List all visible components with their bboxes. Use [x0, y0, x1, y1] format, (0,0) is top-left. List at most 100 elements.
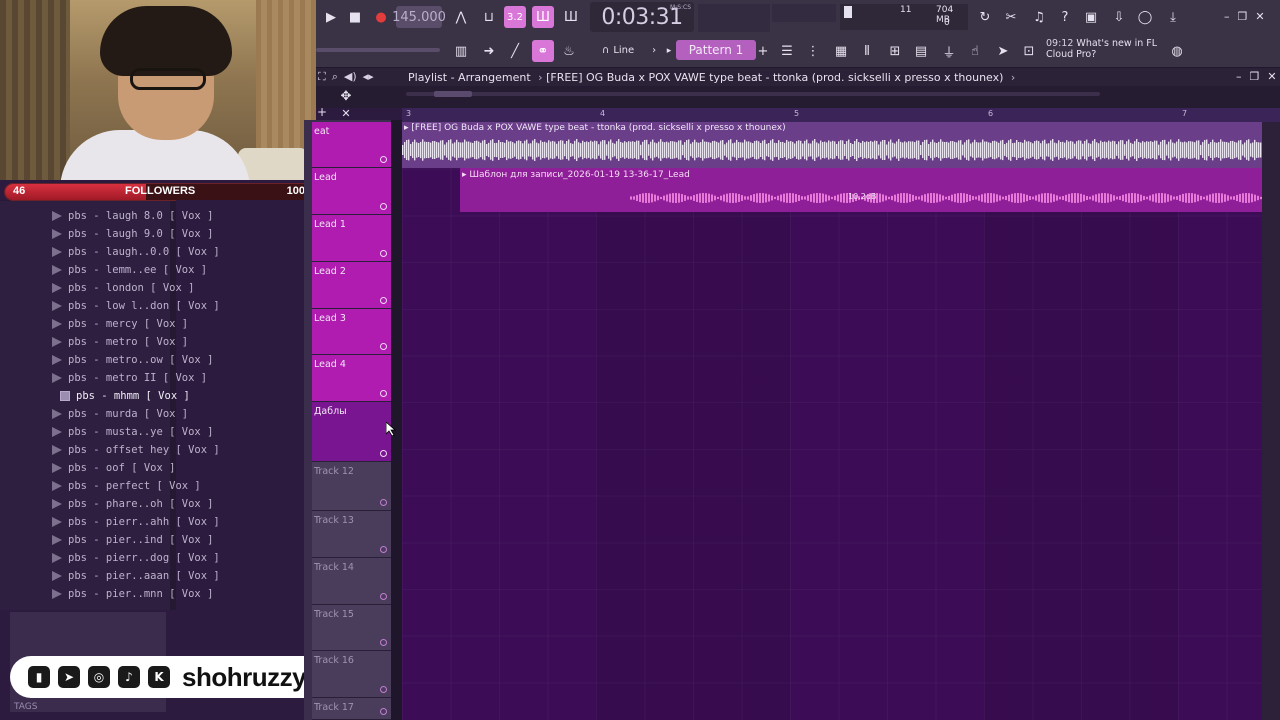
- browser-item[interactable]: pbs - metro [ Vox ]: [52, 333, 188, 351]
- browser-item[interactable]: pbs - musta..ye [ Vox ]: [52, 423, 213, 441]
- tempo-display[interactable]: 145.000: [392, 6, 446, 28]
- playlist-horizontal-scroll[interactable]: [406, 92, 1100, 96]
- track-header[interactable]: Track 15: [312, 605, 391, 651]
- browser-item[interactable]: pbs - lemm..ee [ Vox ]: [52, 261, 207, 279]
- record-button[interactable]: ●: [370, 6, 392, 28]
- help-icon[interactable]: ?: [1054, 6, 1076, 28]
- arrow-icon[interactable]: ➜: [478, 40, 500, 62]
- browser-item[interactable]: pbs - pier..ind [ Vox ]: [52, 531, 213, 549]
- track-enable-icon[interactable]: [380, 390, 387, 397]
- move-tool-icon[interactable]: ✥: [338, 88, 354, 104]
- wait-input-icon[interactable]: ⊔: [478, 6, 500, 28]
- track-header[interactable]: Track 14: [312, 558, 391, 605]
- browser-item[interactable]: pbs - pierr..dog [ Vox ]: [52, 549, 220, 567]
- minimize-icon[interactable]: –: [1224, 10, 1230, 24]
- track-enable-icon[interactable]: [380, 639, 387, 646]
- track-header[interactable]: Track 17: [312, 698, 391, 720]
- download-icon[interactable]: ⤓: [1162, 6, 1184, 28]
- draw-tool-icon[interactable]: ╱: [504, 40, 526, 62]
- track-header[interactable]: Track 12: [312, 462, 391, 511]
- track-enable-icon[interactable]: [380, 546, 387, 553]
- track-header[interactable]: Lead 1: [312, 215, 391, 262]
- browser-item[interactable]: pbs - murda [ Vox ]: [52, 405, 188, 423]
- microphone-icon[interactable]: ♫: [1028, 6, 1050, 28]
- link-icon[interactable]: ⚭: [532, 40, 554, 62]
- channel-rack-icon[interactable]: ▦: [830, 40, 852, 62]
- track-header[interactable]: Track 13: [312, 511, 391, 558]
- add-pattern-icon[interactable]: +: [752, 40, 774, 62]
- timeline-ruler[interactable]: [402, 108, 1280, 122]
- save-icon[interactable]: ▣: [1080, 6, 1102, 28]
- touch-icon[interactable]: ☝: [964, 40, 986, 62]
- browser-item[interactable]: pbs - metro..ow [ Vox ]: [52, 351, 213, 369]
- browser-tree-icon[interactable]: ⊞: [884, 40, 906, 62]
- browser-item[interactable]: pbs - metro II [ Vox ]: [52, 369, 207, 387]
- restore-icon[interactable]: ❐: [1238, 10, 1248, 24]
- close-icon[interactable]: ✕: [1267, 70, 1276, 83]
- track-header[interactable]: Lead 4: [312, 355, 391, 402]
- mixer-icon[interactable]: ⫴: [856, 40, 878, 62]
- restore-icon[interactable]: ❐: [1250, 70, 1260, 83]
- track-enable-icon[interactable]: [380, 499, 387, 506]
- browser-item[interactable]: pbs - pierr..ahh [ Vox ]: [52, 513, 220, 531]
- step-edit-icon[interactable]: Ш: [532, 6, 554, 28]
- playlist-icon[interactable]: ☰: [776, 40, 798, 62]
- track-enable-icon[interactable]: [380, 250, 387, 257]
- close-picker-icon[interactable]: ✕: [340, 106, 352, 120]
- browser-item[interactable]: pbs - pier..mnn [ Vox ]: [52, 585, 213, 603]
- minimize-icon[interactable]: –: [1236, 70, 1242, 83]
- plugin-icon[interactable]: ⏚: [938, 40, 960, 62]
- browser-item[interactable]: pbs - offset hey [ Vox ]: [52, 441, 220, 459]
- close-icon[interactable]: ✕: [1255, 10, 1264, 24]
- file-icon[interactable]: ▤: [910, 40, 932, 62]
- track-enable-icon[interactable]: [380, 708, 387, 715]
- add-track-icon[interactable]: +: [316, 104, 328, 120]
- track-header[interactable]: Track 16: [312, 651, 391, 698]
- browser-item[interactable]: pbs - mhmm [ Vox ]: [60, 387, 190, 405]
- playlist-menu-icon[interactable]: ◂▸: [363, 70, 374, 84]
- track-header[interactable]: Lead: [312, 168, 391, 215]
- metronome-icon[interactable]: ⋀: [450, 6, 472, 28]
- track-enable-icon[interactable]: [380, 343, 387, 350]
- track-header[interactable]: Lead 2: [312, 262, 391, 309]
- speaker-icon[interactable]: ◀): [344, 70, 357, 84]
- track-header[interactable]: Lead 3: [312, 309, 391, 355]
- cut-icon[interactable]: ✂: [1000, 6, 1022, 28]
- browser-item[interactable]: pbs - oof [ Vox ]: [52, 459, 175, 477]
- browser-item[interactable]: pbs - pier..aaan [ Vox ]: [52, 567, 220, 585]
- globe-icon[interactable]: ◍: [1166, 40, 1188, 62]
- browser-item[interactable]: pbs - low l..don [ Vox ]: [52, 297, 220, 315]
- browser-item[interactable]: pbs - london [ Vox ]: [52, 279, 194, 297]
- loop-record-icon[interactable]: Ш: [560, 6, 582, 28]
- track-header[interactable]: eat: [312, 122, 391, 168]
- undo-icon[interactable]: ↻: [974, 6, 996, 28]
- master-pitch-slider[interactable]: [316, 48, 440, 52]
- track-enable-icon[interactable]: [380, 156, 387, 163]
- cart-icon[interactable]: ⊡: [1018, 40, 1040, 62]
- piano-roll-icon[interactable]: ▥: [450, 40, 472, 62]
- snap-select[interactable]: ∩ Line ›: [602, 42, 656, 58]
- expand-icon[interactable]: ⛶: [318, 70, 326, 84]
- browser-item[interactable]: pbs - laugh 9.0 [ Vox ]: [52, 225, 213, 243]
- stamp-icon[interactable]: ♨: [558, 40, 580, 62]
- track-enable-icon[interactable]: [380, 297, 387, 304]
- news-panel[interactable]: 09:12 What's new in FL Cloud Pro?: [1046, 38, 1186, 64]
- countdown-button[interactable]: 3.2: [504, 6, 526, 28]
- track-enable-icon[interactable]: [380, 450, 387, 457]
- step-sequencer-icon[interactable]: ⋮: [802, 40, 824, 62]
- track-enable-icon[interactable]: [380, 593, 387, 600]
- render-icon[interactable]: ⇩: [1108, 6, 1130, 28]
- browser-item[interactable]: pbs - mercy [ Vox ]: [52, 315, 188, 333]
- play-button[interactable]: ▶: [320, 6, 342, 28]
- playlist-vertical-scroll[interactable]: [1262, 122, 1280, 720]
- track-enable-icon[interactable]: [380, 686, 387, 693]
- pattern-selector[interactable]: Pattern 1: [676, 40, 756, 60]
- browser-item[interactable]: pbs - laugh..0.0 [ Vox ]: [52, 243, 220, 261]
- browser-item[interactable]: pbs - laugh 8.0 [ Vox ]: [52, 207, 213, 225]
- track-header[interactable]: Даблы: [312, 402, 391, 462]
- stop-button[interactable]: ■: [344, 6, 366, 28]
- playlist-scroll-thumb[interactable]: [434, 91, 472, 97]
- track-enable-icon[interactable]: [380, 203, 387, 210]
- zoom-icon[interactable]: ⌕: [332, 70, 338, 84]
- browser-item[interactable]: pbs - phare..oh [ Vox ]: [52, 495, 213, 513]
